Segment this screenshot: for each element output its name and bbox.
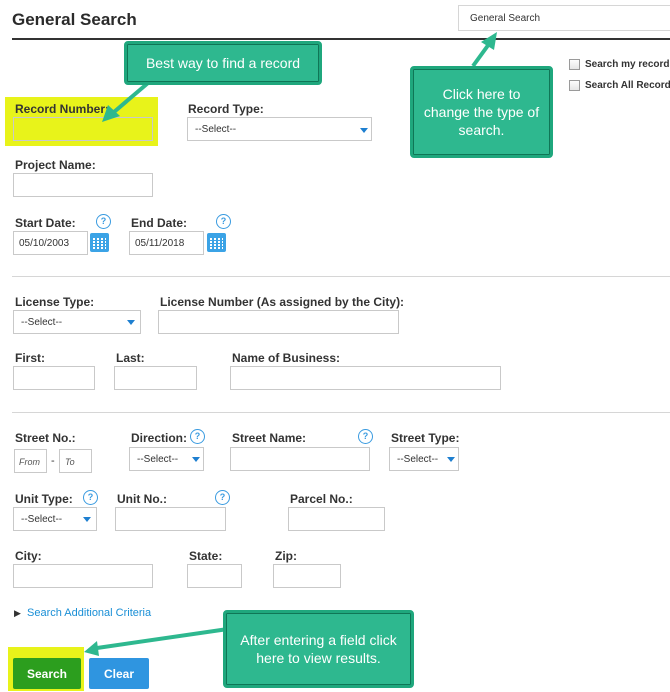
after-entering-callout: After entering a field click here to vie… (223, 610, 414, 688)
change-type-callout: Click here to change the type of search. (410, 66, 553, 158)
callout-arrow-line (112, 81, 150, 114)
callout-arrow-line (471, 42, 491, 68)
callout-arrow-line (96, 627, 229, 650)
best-way-callout: Best way to find a record (124, 41, 322, 85)
callout-arrows (84, 32, 497, 656)
arrow-head-icon (84, 641, 99, 656)
